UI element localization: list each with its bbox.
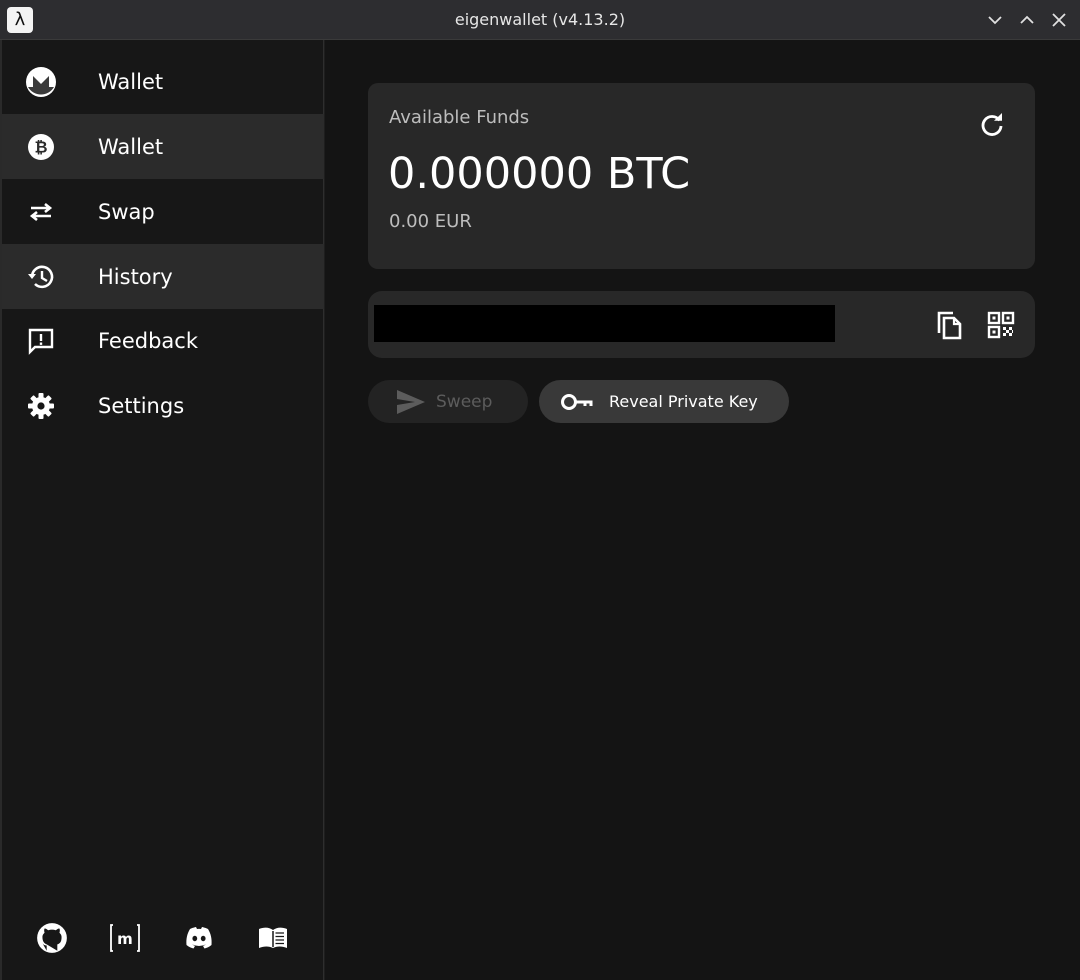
refresh-icon	[981, 113, 1003, 136]
sidebar-item-label: Wallet	[98, 69, 164, 94]
sweep-button[interactable]: Sweep	[368, 380, 528, 423]
github-icon[interactable]	[32, 918, 72, 958]
redacted-address	[374, 305, 835, 342]
sidebar-item-label: Feedback	[98, 328, 199, 353]
window-titlebar: λ eigenwallet (v4.13.2)	[0, 0, 1080, 40]
sidebar-item-monero-wallet[interactable]: Wallet	[2, 49, 324, 114]
gear-icon	[24, 389, 58, 423]
sidebar-item-label: Settings	[98, 393, 185, 418]
minimize-button[interactable]	[985, 10, 1005, 30]
available-funds-card: Available Funds 0.000000 BTC 0.00 EUR	[368, 83, 1035, 269]
send-icon	[397, 390, 425, 414]
sidebar-item-feedback[interactable]: Feedback	[2, 308, 324, 373]
history-icon	[24, 260, 58, 294]
reveal-label: Reveal Private Key	[609, 392, 758, 411]
sidebar-item-swap[interactable]: Swap	[2, 179, 324, 244]
sidebar-item-bitcoin-wallet[interactable]: ₿ Wallet	[2, 114, 324, 179]
show-qr-button[interactable]	[985, 309, 1017, 341]
window-title: eigenwallet (v4.13.2)	[454, 10, 626, 29]
sidebar-item-settings[interactable]: Settings	[2, 373, 324, 438]
discord-icon[interactable]	[179, 918, 219, 958]
sidebar-footer: m	[2, 918, 324, 958]
funds-label: Available Funds	[389, 107, 530, 128]
chevron-down-icon	[988, 16, 1002, 25]
refresh-button[interactable]	[977, 111, 1007, 141]
sidebar-item-label: Wallet	[98, 134, 164, 159]
deposit-address-bar	[368, 291, 1035, 358]
sidebar-item-label: History	[98, 264, 173, 289]
btc-balance: 0.000000 BTC	[388, 149, 691, 199]
key-icon	[561, 394, 593, 410]
monero-icon	[24, 65, 58, 99]
matrix-icon[interactable]: m	[105, 918, 145, 958]
reveal-private-key-button[interactable]: Reveal Private Key	[539, 380, 789, 423]
sidebar: Wallet ₿ Wallet Swap History Feedback Se…	[0, 40, 324, 980]
sidebar-item-label: Swap	[98, 199, 155, 224]
fiat-balance: 0.00 EUR	[389, 211, 472, 232]
bitcoin-icon: ₿	[24, 130, 58, 164]
svg-text:m: m	[117, 930, 133, 948]
docs-book-icon[interactable]	[253, 918, 293, 958]
feedback-icon	[24, 324, 58, 358]
copy-icon	[937, 311, 962, 340]
chevron-up-icon	[1020, 15, 1034, 24]
svg-text:₿: ₿	[34, 137, 47, 156]
main-content: Available Funds 0.000000 BTC 0.00 EUR Sw…	[325, 40, 1080, 980]
sweep-label: Sweep	[436, 391, 493, 412]
close-icon	[1052, 13, 1066, 27]
qr-code-icon	[987, 311, 1015, 339]
close-button[interactable]	[1049, 10, 1069, 30]
copy-address-button[interactable]	[933, 309, 965, 341]
sidebar-item-history[interactable]: History	[2, 244, 324, 309]
maximize-button[interactable]	[1017, 10, 1037, 30]
swap-arrows-icon	[24, 195, 58, 229]
